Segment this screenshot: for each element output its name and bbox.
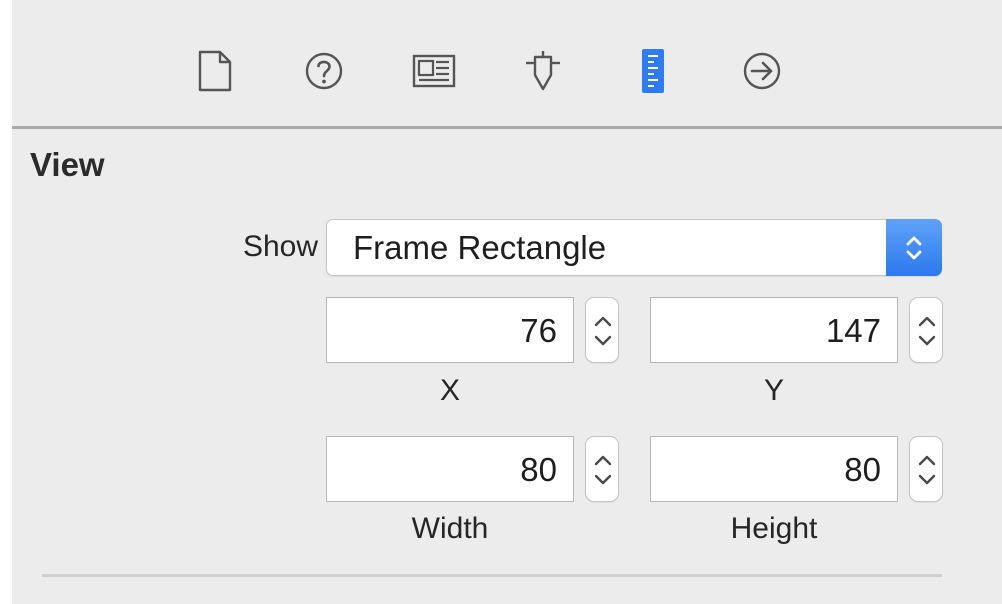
height-caption: Height <box>730 512 818 545</box>
stepper-arrows-icon <box>594 455 612 485</box>
width-caption: Width <box>411 512 489 545</box>
identity-card-icon <box>412 54 456 93</box>
show-popup-button[interactable]: Frame Rectangle <box>326 219 942 276</box>
tab-attributes-inspector[interactable] <box>518 48 568 98</box>
x-caption: X <box>439 374 460 407</box>
width-field[interactable]: 80 <box>326 436 574 502</box>
tab-connections-inspector[interactable] <box>737 48 787 98</box>
tab-quick-help-inspector[interactable] <box>299 48 349 98</box>
tab-size-inspector[interactable] <box>628 48 678 98</box>
stepper-arrows-icon <box>594 316 612 346</box>
x-stepper[interactable] <box>585 297 619 363</box>
height-stepper[interactable] <box>909 436 943 502</box>
popup-arrows-icon <box>886 219 942 276</box>
y-stepper[interactable] <box>909 297 943 363</box>
size-inspector-panel: View Show Frame Rectangle 76 X 147 Y 80 <box>12 0 1002 604</box>
x-field[interactable]: 76 <box>326 297 574 363</box>
y-caption: Y <box>763 374 784 407</box>
tab-identity-inspector[interactable] <box>409 48 459 98</box>
y-field[interactable]: 147 <box>650 297 898 363</box>
toolbar-divider <box>12 126 1002 129</box>
stepper-arrows-icon <box>918 316 936 346</box>
stepper-arrows-icon <box>918 455 936 485</box>
section-divider <box>42 574 942 577</box>
height-field[interactable]: 80 <box>650 436 898 502</box>
document-icon <box>197 50 233 97</box>
help-icon <box>304 51 344 96</box>
inspector-toolbar <box>12 0 1002 127</box>
attributes-icon <box>523 49 563 98</box>
ruler-icon <box>641 48 665 99</box>
show-popup-value: Frame Rectangle <box>353 229 607 266</box>
show-label: Show <box>242 230 318 263</box>
section-title: View <box>30 146 105 183</box>
width-stepper[interactable] <box>585 436 619 502</box>
tab-file-inspector[interactable] <box>190 48 240 98</box>
arrow-circle-icon <box>742 51 782 96</box>
